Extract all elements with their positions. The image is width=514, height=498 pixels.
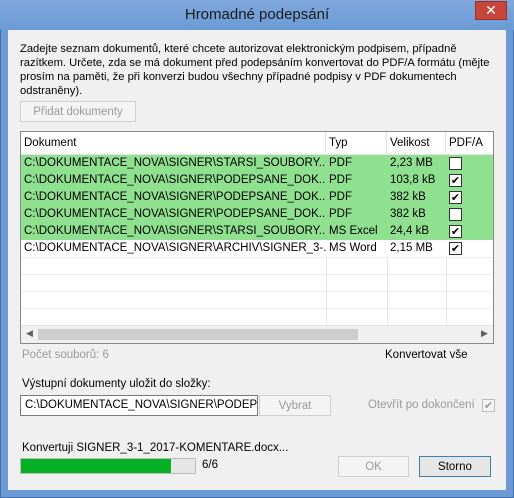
open-after-label: Otevřít po dokončení — [368, 399, 475, 411]
scroll-right-icon[interactable]: ▶ — [476, 326, 493, 343]
pdfa-checkbox[interactable]: ✔ — [449, 242, 462, 255]
column-divider — [387, 257, 388, 325]
column-header-size[interactable]: Velikost — [387, 132, 446, 154]
column-divider — [326, 257, 327, 325]
progress-fill — [21, 459, 171, 473]
column-divider — [446, 257, 447, 325]
document-list[interactable]: Dokument Typ Velikost PDF/A C:\DOKUMENTA… — [20, 131, 494, 344]
row-type: PDF — [329, 208, 352, 220]
scroll-left-icon[interactable]: ◀ — [21, 326, 38, 343]
cancel-button[interactable]: Storno — [419, 456, 491, 477]
row-size: 2,23 MB — [390, 157, 433, 169]
table-row[interactable]: C:\DOKUMENTACE_NOVA\SIGNER\PODEPSANE_DOK… — [21, 189, 493, 206]
row-type: PDF — [329, 174, 352, 186]
window-title: Hromadné podepsání — [184, 6, 330, 23]
scrollbar-thumb[interactable] — [38, 329, 358, 340]
close-icon: ✕ — [485, 2, 497, 19]
row-size: 2,15 MB — [390, 242, 433, 254]
row-type: MS Excel — [329, 225, 378, 237]
row-type: PDF — [329, 191, 352, 203]
open-after-checkbox[interactable]: ✔ — [482, 399, 495, 412]
row-type: PDF — [329, 157, 352, 169]
row-size: 382 kB — [390, 191, 426, 203]
pdfa-checkbox[interactable]: ✔ — [449, 191, 462, 204]
row-document: C:\DOKUMENTACE_NOVA\SIGNER\ARCHIV\SIGNER… — [24, 242, 326, 254]
ok-button[interactable]: OK — [338, 456, 409, 477]
output-folder-field[interactable]: C:\DOKUMENTACE_NOVA\SIGNER\PODEPSANE — [20, 395, 258, 416]
table-row[interactable]: C:\DOKUMENTACE_NOVA\SIGNER\ARCHIV\SIGNER… — [21, 240, 493, 257]
column-header-type[interactable]: Typ — [326, 132, 387, 154]
browse-button[interactable]: Vybrat — [259, 395, 331, 416]
row-divider — [21, 274, 493, 275]
pdfa-checkbox[interactable]: ✔ — [449, 225, 462, 238]
row-type: MS Word — [329, 242, 377, 254]
status-text: Konvertuji SIGNER_3-1_2017-KOMENTARE.doc… — [22, 442, 289, 454]
pdfa-checkbox[interactable] — [449, 157, 462, 170]
row-divider — [21, 308, 493, 309]
output-folder-label: Výstupní dokumenty uložit do složky: — [22, 378, 211, 390]
row-document: C:\DOKUMENTACE_NOVA\SIGNER\STARSI_SOUBOR… — [24, 157, 326, 169]
progress-count: 6/6 — [202, 459, 218, 471]
horizontal-scrollbar[interactable]: ◀ ▶ — [21, 325, 493, 343]
pdfa-checkbox[interactable]: ✔ — [449, 174, 462, 187]
row-document: C:\DOKUMENTACE_NOVA\SIGNER\PODEPSANE_DOK… — [24, 174, 326, 186]
column-header-document[interactable]: Dokument — [21, 132, 326, 154]
pdfa-checkbox[interactable] — [449, 208, 462, 221]
table-row[interactable]: C:\DOKUMENTACE_NOVA\SIGNER\STARSI_SOUBOR… — [21, 155, 493, 172]
table-row[interactable]: C:\DOKUMENTACE_NOVA\SIGNER\STARSI_SOUBOR… — [21, 223, 493, 240]
intro-text: Zadejte seznam dokumentů, které chcete a… — [20, 43, 490, 97]
dialog-body: Zadejte seznam dokumentů, které chcete a… — [8, 30, 506, 490]
close-button[interactable]: ✕ — [475, 1, 507, 20]
title-bar[interactable]: Hromadné podepsání ✕ — [0, 0, 514, 30]
row-document: C:\DOKUMENTACE_NOVA\SIGNER\STARSI_SOUBOR… — [24, 225, 326, 237]
row-document: C:\DOKUMENTACE_NOVA\SIGNER\PODEPSANE_DOK… — [24, 191, 326, 203]
add-documents-button[interactable]: Přidat dokumenty — [20, 101, 136, 122]
file-count: Počet souborů: 6 — [22, 349, 109, 361]
row-size: 103,8 kB — [390, 174, 436, 186]
table-row[interactable]: C:\DOKUMENTACE_NOVA\SIGNER\PODEPSANE_DOK… — [21, 172, 493, 189]
column-header-pdfa[interactable]: PDF/A — [446, 132, 493, 154]
row-document: C:\DOKUMENTACE_NOVA\SIGNER\PODEPSANE_DOK… — [24, 208, 326, 220]
row-divider — [21, 257, 493, 258]
table-row[interactable]: C:\DOKUMENTACE_NOVA\SIGNER\PODEPSANE_DOK… — [21, 206, 493, 223]
row-size: 24,4 kB — [390, 225, 429, 237]
convert-all-link[interactable]: Konvertovat vše — [385, 349, 467, 361]
progress-bar — [20, 458, 196, 474]
dialog-window: Hromadné podepsání ✕ Zadejte seznam doku… — [0, 0, 514, 498]
list-header: Dokument Typ Velikost PDF/A — [21, 132, 493, 155]
row-divider — [21, 291, 493, 292]
row-size: 382 kB — [390, 208, 426, 220]
